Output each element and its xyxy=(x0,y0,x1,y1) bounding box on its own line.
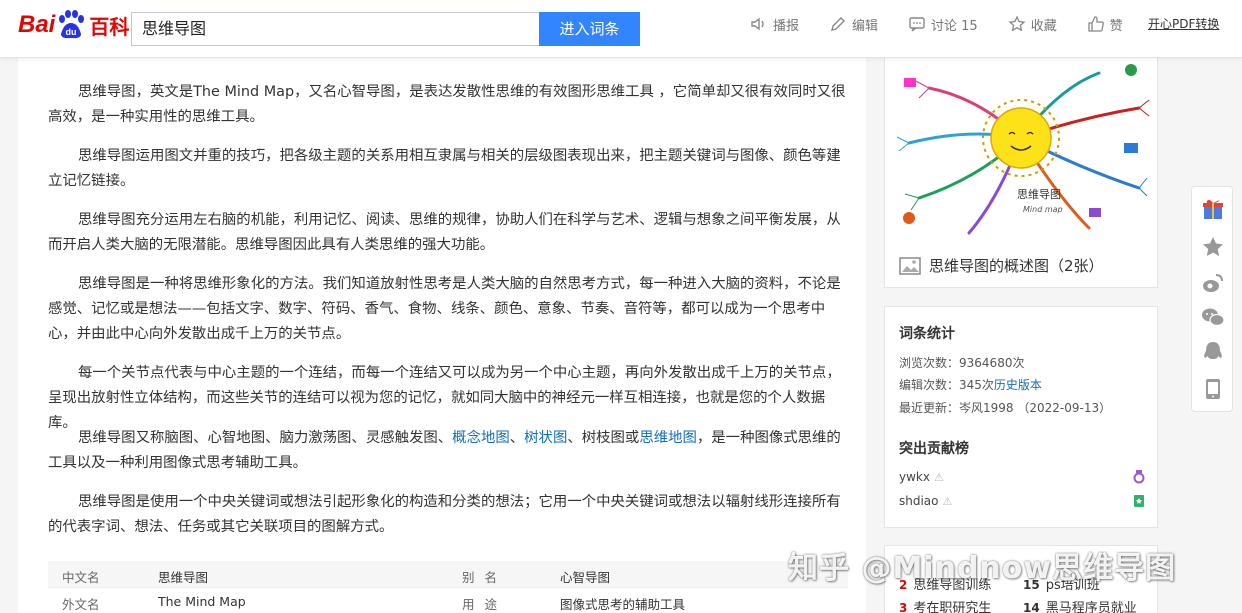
contributor-name: shdiao xyxy=(899,494,939,508)
pdf-convert-link[interactable]: 开心PDF转换 xyxy=(1148,15,1219,32)
para-text: 思维导图又称脑图、心智地图、脑力激荡图、灵感触发图、 xyxy=(78,430,453,446)
discussion-button[interactable]: 讨论 15 xyxy=(908,15,978,34)
like-label: 赞 xyxy=(1109,18,1123,34)
basic-info-table: 中文名 思维导图 别名 心智导图 外文名 The Mind Map 用途 图像式… xyxy=(48,561,848,613)
summary-album[interactable]: 思维导图 Mind map 思维导图的概述图（2张） xyxy=(884,58,1158,288)
history-version-link[interactable]: 历史版本 xyxy=(994,378,1042,392)
mind-map-image[interactable]: 思维导图 Mind map xyxy=(889,58,1155,248)
edits-label: 编辑次数： xyxy=(899,378,960,392)
edits-stat: 编辑次数：345次历史版本 xyxy=(899,376,1042,393)
like-button[interactable]: 赞 xyxy=(1087,15,1123,34)
entry-tools: 播报 编辑 讨论 15 收藏 赞 xyxy=(750,14,1153,34)
mind-map-subtitle: Mind map xyxy=(1023,205,1063,214)
zhihu-watermark: 知乎 @Mindnow思维导图 xyxy=(788,551,1177,586)
edits-value: 345次 xyxy=(959,378,994,392)
related-item[interactable]: 3 考在职研究生 xyxy=(899,597,991,613)
article-content: 思维导图，英文是The Mind Map，又名心智导图，是表达发散性思维的有效图… xyxy=(18,58,866,613)
contributors-title: 突出贡献榜 xyxy=(899,441,969,457)
info-key: 中文名 xyxy=(62,570,100,585)
favorite-label: 收藏 xyxy=(1030,18,1057,34)
warning-icon: ⚠ xyxy=(942,494,953,508)
article-paragraph: 思维导图是一种将思维形象化的方法。我们知道放射性思考是人类大脑的自然思考方式，每… xyxy=(48,276,841,342)
star-icon xyxy=(1008,15,1026,32)
tree-diagram-link[interactable]: 树状图 xyxy=(524,430,567,446)
enter-entry-button[interactable]: 进入词条 xyxy=(539,12,640,46)
baidu-baike-logo[interactable]: Bai du 百科 xyxy=(18,8,129,42)
rank-number: 3 xyxy=(899,601,908,613)
info-row: 外文名 The Mind Map 用途 图像式思考的辅助工具 xyxy=(48,588,848,613)
related-text: 黑马程序员就业 xyxy=(1045,601,1137,613)
related-text: 考在职研究生 xyxy=(913,601,992,613)
info-key: 外文名 xyxy=(62,597,100,612)
info-value: 心智导图 xyxy=(560,570,611,585)
album-caption-text: 思维导图的概述图（2张） xyxy=(929,257,1104,275)
edit-button[interactable]: 编辑 xyxy=(829,15,878,34)
wechat-icon[interactable] xyxy=(1201,305,1225,329)
para-separator: 、 xyxy=(509,430,525,446)
views-value: 9364680次 xyxy=(959,356,1025,370)
para-text: 、树枝图或 xyxy=(567,430,640,446)
edit-icon xyxy=(831,17,846,31)
info-value: The Mind Map xyxy=(158,594,246,609)
info-value: 思维导图 xyxy=(158,570,209,585)
warning-icon: ⚠ xyxy=(933,470,944,484)
favorite-button[interactable]: 收藏 xyxy=(1008,15,1057,34)
info-value: 图像式思考的辅助工具 xyxy=(560,597,686,612)
entry-statistics: 词条统计 浏览次数：9364680次 编辑次数：345次历史版本 最近更新：岑风… xyxy=(884,306,1158,528)
gift-icon[interactable] xyxy=(1201,197,1225,221)
weibo-icon[interactable] xyxy=(1201,271,1225,295)
medal-icon xyxy=(1133,470,1145,484)
article-paragraph: 思维导图是使用一个中央关键词或想法引起形象化的构造和分类的想法；它用一个中央关键… xyxy=(48,494,841,535)
discussion-label: 讨论 15 xyxy=(931,18,978,34)
svg-text:du: du xyxy=(66,27,77,37)
star-icon[interactable] xyxy=(1201,235,1225,259)
edit-label: 编辑 xyxy=(852,18,879,34)
article-paragraph: 思维导图运用图文并重的技巧，把各级主题的关系用相互隶属与相关的层级图表现出来，把… xyxy=(48,148,841,189)
thinking-map-link[interactable]: 思维地图 xyxy=(639,430,697,446)
mobile-icon[interactable] xyxy=(1201,377,1225,401)
info-row: 中文名 思维导图 别名 心智导图 xyxy=(48,561,848,588)
article-paragraph: 思维导图又称脑图、心智地图、脑力激荡图、灵感触发图、概念地图、树状图、树枝图或思… xyxy=(48,426,848,476)
related-item[interactable]: 14 黑马程序员就业 xyxy=(1023,597,1137,613)
updated-label: 最近更新： xyxy=(899,401,960,415)
article-paragraph: 思维导图，英文是The Mind Map，又名心智导图，是表达发散性思维的有效图… xyxy=(48,84,846,125)
article-paragraph: 每一个关节点代表与中心主题的一个连结，而每一个连结又可以成为另一个中心主题，再向… xyxy=(48,365,841,431)
updated-stat: 最近更新：岑风1998 （2022-09-13） xyxy=(899,399,1111,416)
views-stat: 浏览次数：9364680次 xyxy=(899,354,1024,371)
rank-number: 14 xyxy=(1023,601,1040,613)
qq-icon[interactable] xyxy=(1201,340,1225,364)
paw-logo-icon: du xyxy=(59,10,85,39)
contributor-item[interactable]: ywkx ⚠ xyxy=(899,470,1149,484)
thumbs-up-icon xyxy=(1088,16,1104,32)
logo-text-bai: Bai xyxy=(18,11,56,38)
updated-value: 岑风1998 （2022-09-13） xyxy=(959,401,1112,415)
top-header: Bai du 百科 思维导图 进入词条 播报 编辑 讨论 15 收藏 赞 开心P… xyxy=(0,0,1242,58)
bookmark-badge-icon xyxy=(1134,495,1144,507)
views-label: 浏览次数： xyxy=(899,356,960,370)
stats-title: 词条统计 xyxy=(899,326,955,342)
info-key: 用途 xyxy=(462,597,508,612)
contributor-item[interactable]: shdiao ⚠ xyxy=(899,494,1149,508)
side-share-toolbar xyxy=(1191,186,1233,412)
album-caption[interactable]: 思维导图的概述图（2张） xyxy=(899,255,1104,276)
mind-map-title: 思维导图 xyxy=(1017,188,1061,201)
search-input[interactable]: 思维导图 xyxy=(131,12,539,46)
speaker-icon xyxy=(751,17,764,31)
contributor-name: ywkx xyxy=(899,470,930,484)
broadcast-label: 播报 xyxy=(773,18,800,34)
info-key: 别名 xyxy=(462,570,508,585)
article-paragraph: 思维导图充分运用左右脑的机能，利用记忆、阅读、思维的规律，协助人们在科学与艺术、… xyxy=(48,212,841,253)
broadcast-button[interactable]: 播报 xyxy=(750,15,799,34)
picture-icon xyxy=(899,256,921,275)
logo-text-baike: 百科 xyxy=(89,14,130,39)
comment-icon xyxy=(909,17,925,32)
concept-map-link[interactable]: 概念地图 xyxy=(452,430,510,446)
